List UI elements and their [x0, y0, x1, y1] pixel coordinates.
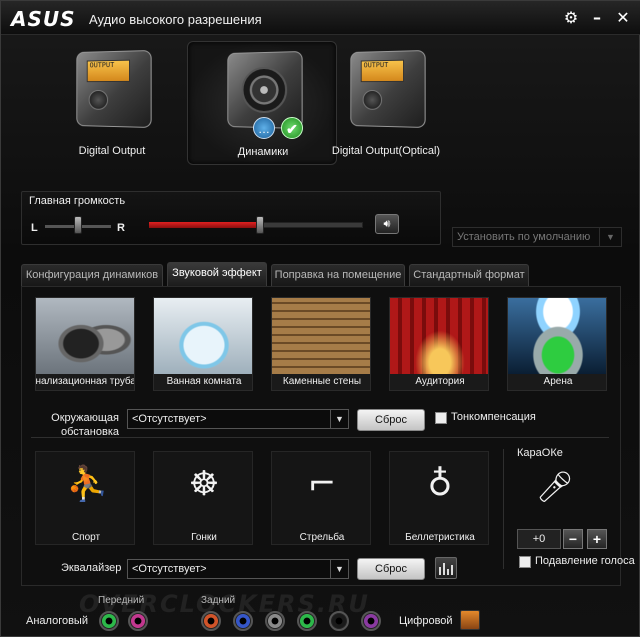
master-volume-title: Главная громкость [29, 195, 126, 207]
gear-icon[interactable]: ⚙ [561, 8, 581, 28]
chevron-down-icon[interactable]: ▼ [599, 228, 621, 246]
tab-speaker-config[interactable]: Конфигурация динамиков [21, 264, 163, 286]
close-icon[interactable]: ✕ [613, 8, 633, 28]
balance-left-label: L [31, 222, 38, 234]
checkmark-icon: ✔ [281, 117, 303, 139]
knob-icon [362, 89, 383, 110]
voice-cancel-label: Подавление голоса [535, 555, 635, 567]
env-label: Аудитория [415, 376, 465, 387]
digital-output-icon: OUTPUT [76, 49, 152, 129]
chevron-down-icon[interactable]: ▼ [330, 560, 348, 578]
tab-room-correction[interactable]: Поправка на помещение [271, 264, 405, 286]
balance-right-label: R [117, 222, 125, 234]
speaker-cone [241, 66, 288, 114]
device-digital-output-optical[interactable]: OUTPUT Digital Output(Optical) [311, 41, 461, 165]
device-screen: OUTPUT [360, 59, 405, 83]
mode-tile-sport[interactable]: ⛹ Спорт [35, 451, 135, 545]
environment-label-line1: Окружающая [51, 412, 119, 424]
audio-window: ASUS Аудио высокого разрешения ⚙ – ✕ OUT… [0, 0, 640, 637]
mode-tile-shooting[interactable]: ⌐ Стрельба [271, 451, 371, 545]
environment-label: Окружающая обстановка [31, 411, 119, 439]
mode-label: Беллетристика [405, 532, 475, 543]
analog-label: Аналоговый [26, 615, 88, 627]
stone-walls-image [272, 298, 370, 374]
bathtub-image [154, 298, 252, 374]
divider [31, 437, 609, 438]
asus-logo: ASUS [11, 7, 76, 31]
env-label: Арена [543, 376, 573, 387]
steering-wheel-icon: ☸ [188, 464, 220, 504]
loudness-checkbox[interactable] [435, 412, 447, 424]
jack-rear-purple[interactable] [361, 611, 381, 631]
karaoke-plus-button[interactable]: + [587, 529, 607, 549]
device-digital-output[interactable]: OUTPUT Digital Output [37, 41, 187, 165]
mode-label: Стрельба [299, 532, 345, 543]
env-label: Каменные стены [282, 376, 362, 387]
env-label: Канализационная труба [36, 376, 135, 387]
sewer-pipe-image [36, 298, 134, 374]
env-tile-arena[interactable]: Арена [507, 297, 607, 391]
env-label: Ванная комната [166, 376, 242, 387]
jack-front-green[interactable] [99, 611, 119, 631]
front-jacks-label: Передний [98, 595, 145, 606]
mode-tile-racing[interactable]: ☸ Гонки [153, 451, 253, 545]
jack-rear-blue[interactable] [233, 611, 253, 631]
karaoke-key-value: +0 [517, 529, 561, 549]
pistol-icon: ⌐ [307, 464, 337, 504]
karaoke-title: КараОКе [517, 447, 563, 459]
volume-fill [149, 222, 260, 228]
env-tile-stone-walls[interactable]: Каменные стены [271, 297, 371, 391]
chat-bubble-icon[interactable]: … [253, 117, 275, 139]
arena-image [508, 298, 606, 374]
rear-jacks-label: Задний [201, 595, 236, 606]
equalizer-label: Эквалайзер [61, 562, 122, 574]
environment-select[interactable]: <Отсутствует> [127, 409, 349, 429]
jack-rear-black[interactable] [329, 611, 349, 631]
minimize-icon[interactable]: – [587, 8, 607, 28]
volume-slider-thumb[interactable] [256, 216, 264, 234]
mode-tile-fiction[interactable]: ♁ Беллетристика [389, 451, 489, 545]
mode-label: Спорт [71, 532, 101, 543]
tab-standard-format[interactable]: Стандартный формат [409, 264, 529, 286]
karaoke-minus-button[interactable]: − [563, 529, 583, 549]
app-title: Аудио высокого разрешения [89, 12, 262, 27]
digital-jack-icon[interactable] [460, 610, 480, 630]
environment-reset-button[interactable]: Сброс [357, 409, 425, 431]
equalizer-reset-button[interactable]: Сброс [357, 558, 425, 580]
env-tile-sewer-pipe[interactable]: Канализационная труба [35, 297, 135, 391]
env-tile-auditorium[interactable]: Аудитория [389, 297, 489, 391]
mode-label: Гонки [191, 532, 217, 543]
knob-icon [88, 89, 109, 110]
planet-icon: ♁ [427, 464, 453, 504]
equalizer-bars-icon[interactable] [435, 557, 457, 579]
jack-rear-orange[interactable] [201, 611, 221, 631]
jack-rear-green[interactable] [297, 611, 317, 631]
vertical-divider [503, 449, 504, 569]
digital-optical-icon: OUTPUT [350, 49, 426, 129]
balance-slider-thumb[interactable] [74, 216, 82, 234]
loudness-label: Тонкомпенсация [451, 411, 536, 423]
device-screen: OUTPUT [86, 59, 131, 83]
device-label: Digital Output(Optical) [331, 145, 441, 157]
speaker-volume-icon[interactable]: 🔊︎ [375, 214, 399, 234]
chevron-down-icon[interactable]: ▼ [330, 410, 348, 428]
voice-cancel-checkbox[interactable] [519, 556, 531, 568]
microphone-icon: 🎤︎ [535, 470, 575, 505]
env-tile-bathroom[interactable]: Ванная комната [153, 297, 253, 391]
jack-rear-gray[interactable] [265, 611, 285, 631]
equalizer-select[interactable]: <Отсутствует> [127, 559, 349, 579]
device-label: Digital Output [78, 145, 146, 157]
jack-front-pink[interactable] [128, 611, 148, 631]
auditorium-image [390, 298, 488, 374]
digital-label: Цифровой [399, 615, 453, 627]
set-default-select[interactable]: Установить по умолчанию [452, 227, 622, 247]
runner-icon: ⛹ [66, 464, 109, 504]
tab-sound-effect[interactable]: Звуковой эффект [167, 262, 267, 286]
